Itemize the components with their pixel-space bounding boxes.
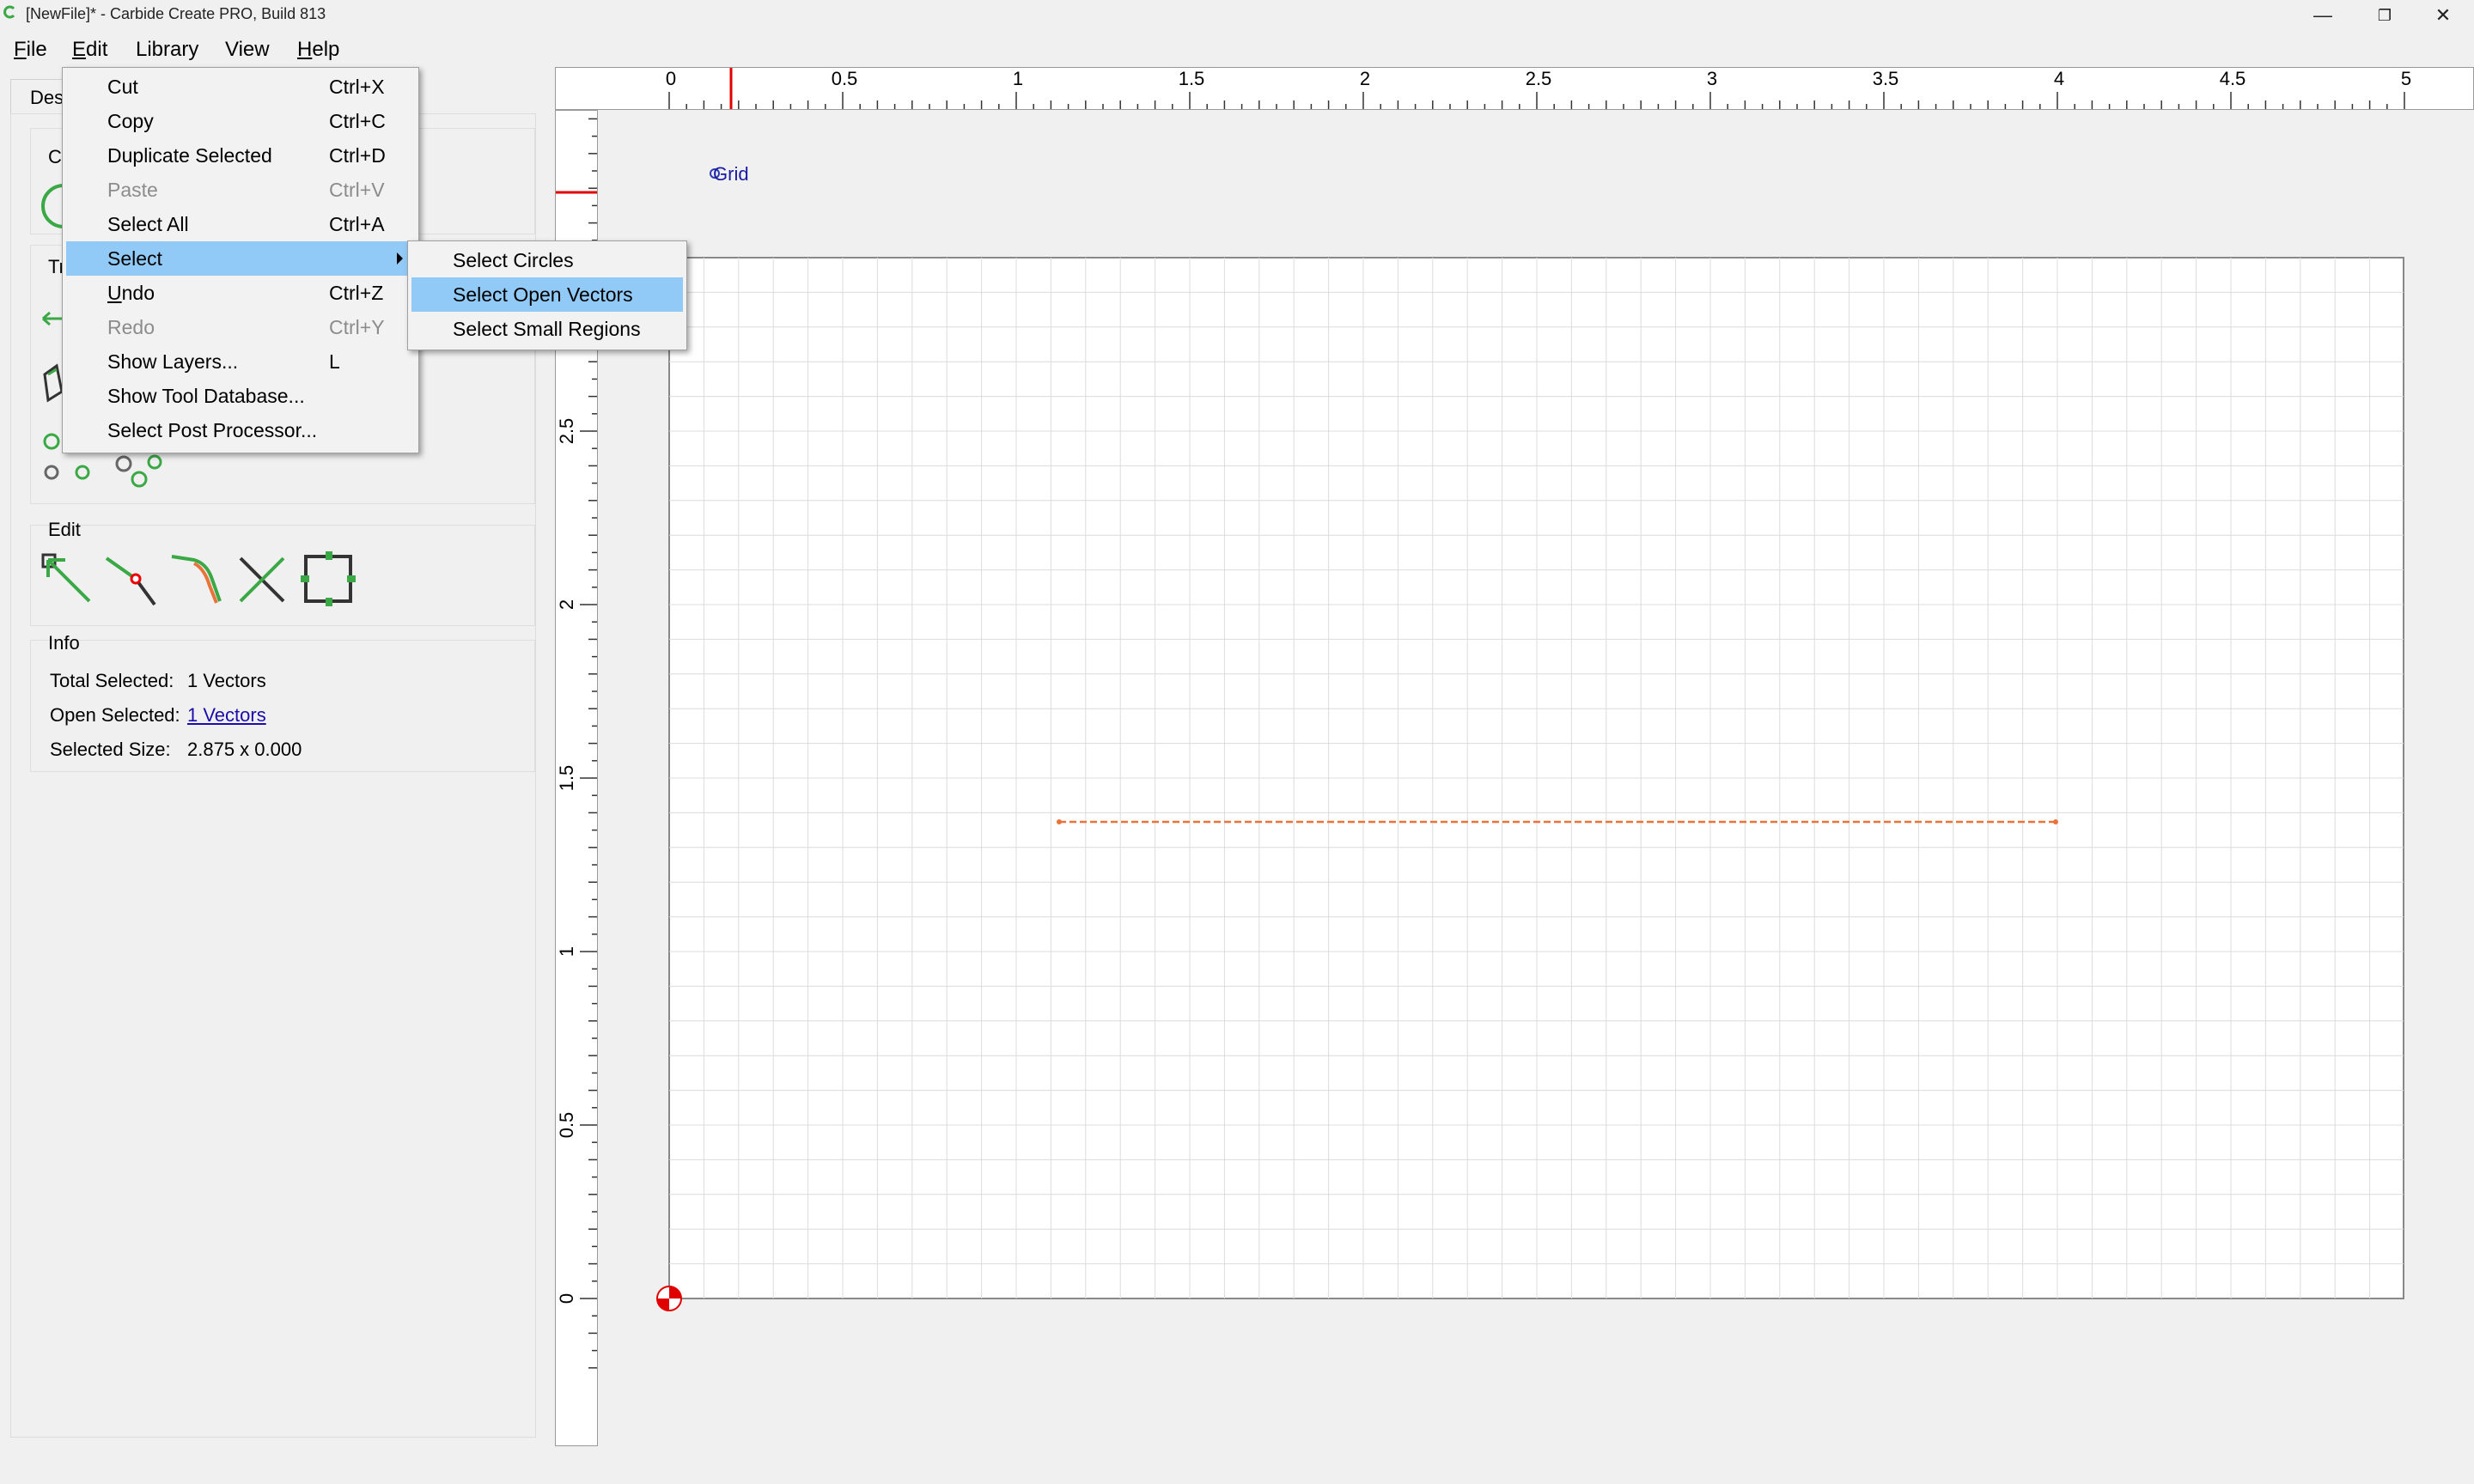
ruler-top-label: 5 [2401,68,2411,89]
menu-item-select-all[interactable]: Select All Ctrl+A [66,207,415,241]
menu-bar: File Edit Library View Help [0,33,2474,64]
menu-library[interactable]: Library [132,36,202,64]
menu-item-select-open-vectors[interactable]: Select Open Vectors [411,277,683,312]
menu-item-undo[interactable]: Undo Ctrl+Z [66,276,415,310]
grid-area [656,257,2404,1311]
ruler-left-label: 0.5 [556,1112,577,1139]
ruler-left-label: 1.5 [556,765,577,792]
menu-view[interactable]: View [222,36,273,64]
menu-item-show-tool-database[interactable]: Show Tool Database... [66,379,415,413]
edit-group-title: Edit [48,519,81,540]
ruler-left-label: 1 [556,946,577,957]
select-submenu: Select Circles Select Open Vectors Selec… [407,240,687,350]
info-group-title: Info [48,632,80,654]
selected-size-label: Selected Size: [50,739,171,760]
ruler-top-label: 0 [666,68,676,89]
open-selected-label: Open Selected: [50,704,180,726]
vector-start-node[interactable] [1057,819,1062,824]
origin-marker-icon [656,1286,682,1311]
ruler-top-label: 1 [1013,68,1023,89]
title-bar: [NewFile]* - Carbide Create PRO, Build 8… [0,0,2474,31]
info-group: Info Total Selected: 1 Vectors Open Sele… [30,632,535,772]
split-vector-icon[interactable] [103,551,160,608]
edit-group: Edit [30,519,535,626]
window-title: [NewFile]* - Carbide Create PRO, Build 8… [26,5,326,22]
restore-button[interactable]: ❐ [2354,0,2416,31]
ruler-top-label: 2 [1360,68,1370,89]
vector-end-node[interactable] [2053,819,2058,824]
design-canvas[interactable] [599,110,2474,1484]
grid-label[interactable]: Grid [713,163,749,186]
menu-file[interactable]: File [10,36,51,64]
menu-item-paste: Paste Ctrl+V [107,179,385,201]
ruler-horizontal: 0 0.5 1 1.5 2 2.5 3 3.5 4 4.5 5 [555,67,2474,110]
ruler-top-label: 2.5 [1526,68,1552,89]
menu-item-copy[interactable]: Copy Ctrl+C [66,104,415,138]
menu-item-select[interactable]: Select [66,241,415,276]
ruler-top-label: 0.5 [832,68,858,89]
edit-menu: Cut Ctrl+X Copy Ctrl+C Duplicate Selected C… [62,67,419,453]
menu-item-redo: Redo Ctrl+Y [107,316,385,338]
menu-item-select-post-processor[interactable]: Select Post Processor... [66,413,415,447]
ruler-top-label: 3 [1707,68,1717,89]
menu-edit[interactable]: Edit [69,36,111,64]
close-button[interactable]: ✕ [2412,0,2474,31]
ruler-left-label: 2 [556,599,577,610]
menu-item-cut[interactable]: Cut Ctrl+X [66,70,415,104]
node-edit-icon[interactable] [40,551,96,608]
ruler-left-label: 0 [556,1293,577,1304]
menu-item-select-small-regions[interactable]: Select Small Regions [411,312,683,346]
submenu-arrow-icon [397,252,403,265]
carbide-app-icon [3,5,15,19]
selected-size-value: 2.875 x 0.000 [187,739,302,760]
minimize-button[interactable]: — [2292,0,2354,31]
fillet-icon[interactable] [168,551,225,608]
ruler-top-label: 3.5 [1873,68,1899,89]
ruler-horizontal-ticks: 0 0.5 1 1.5 2 2.5 3 3.5 4 4.5 5 [666,68,2411,109]
ruler-top-label: 1.5 [1179,68,1205,89]
bounding-box-icon[interactable] [299,550,359,610]
open-selected-link[interactable]: 1 Vectors [187,704,266,727]
menu-item-select-circles[interactable]: Select Circles [411,243,683,277]
ruler-top-label: 4 [2054,68,2064,89]
total-selected-label: Total Selected: [50,670,174,691]
menu-item-show-layers[interactable]: Show Layers... L [66,344,415,379]
menu-item-duplicate-selected[interactable]: Duplicate Selected Ctrl+D [66,138,415,173]
total-selected-value: 1 Vectors [187,670,266,691]
trim-icon[interactable] [234,551,290,608]
ruler-top-label: 4.5 [2220,68,2246,89]
ruler-left-label: 2.5 [556,418,577,445]
menu-help[interactable]: Help [294,36,343,64]
